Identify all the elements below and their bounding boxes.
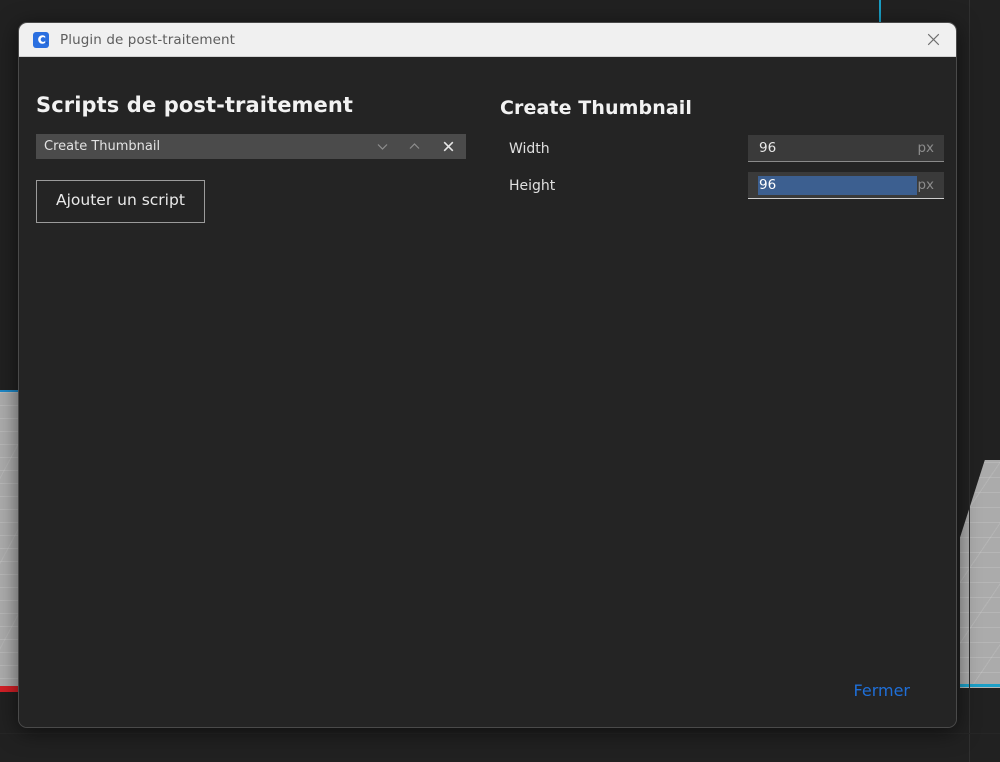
width-value: 96: [759, 140, 917, 156]
script-settings-heading: Create Thumbnail: [500, 97, 944, 119]
dialog-titlebar: Plugin de post-traitement: [19, 23, 956, 57]
post-processing-plugin-dialog: Plugin de post-traitement Scripts de pos…: [18, 22, 957, 728]
close-icon[interactable]: [910, 23, 956, 56]
height-unit-label: px: [917, 177, 934, 193]
dialog-title: Plugin de post-traitement: [60, 32, 235, 48]
dialog-footer: Fermer: [19, 677, 956, 727]
height-label: Height: [500, 178, 748, 194]
viewport-guide-line-red: [0, 686, 18, 692]
dialog-body: Scripts de post-traitement Create Thumbn…: [19, 57, 956, 677]
width-label: Width: [500, 141, 748, 157]
height-field-row: Height 96 px: [500, 172, 944, 199]
add-script-button[interactable]: Ajouter un script: [36, 180, 205, 223]
scripts-panel: Scripts de post-traitement Create Thumbn…: [36, 93, 486, 677]
viewport-guide-line-cyan-top: [879, 0, 881, 24]
viewport-guide-line-cyan-right: [960, 684, 1000, 687]
background-panel-divider-right: [969, 0, 970, 762]
width-unit-label: px: [917, 140, 934, 156]
script-name-label: Create Thumbnail: [44, 139, 366, 154]
script-settings-panel: Create Thumbnail Width 96 px Height 96 p…: [486, 93, 944, 677]
scripts-panel-heading: Scripts de post-traitement: [36, 93, 486, 117]
chevron-down-icon[interactable]: [366, 134, 398, 159]
viewport-grid-plane-left: [0, 392, 18, 692]
width-input[interactable]: 96 px: [748, 135, 944, 162]
width-field-row: Width 96 px: [500, 135, 944, 162]
chevron-up-icon[interactable]: [398, 134, 430, 159]
script-list: Create Thumbnail: [36, 134, 486, 159]
list-item[interactable]: Create Thumbnail: [36, 134, 466, 159]
close-dialog-link[interactable]: Fermer: [852, 677, 912, 705]
height-input[interactable]: 96 px: [748, 172, 944, 199]
remove-script-close-icon[interactable]: [430, 134, 466, 159]
app-logo-icon: [33, 32, 49, 48]
height-value: 96: [758, 176, 917, 195]
background-panel-divider-bottom: [0, 733, 1000, 734]
viewport-grid-plane-right: [960, 460, 1000, 688]
